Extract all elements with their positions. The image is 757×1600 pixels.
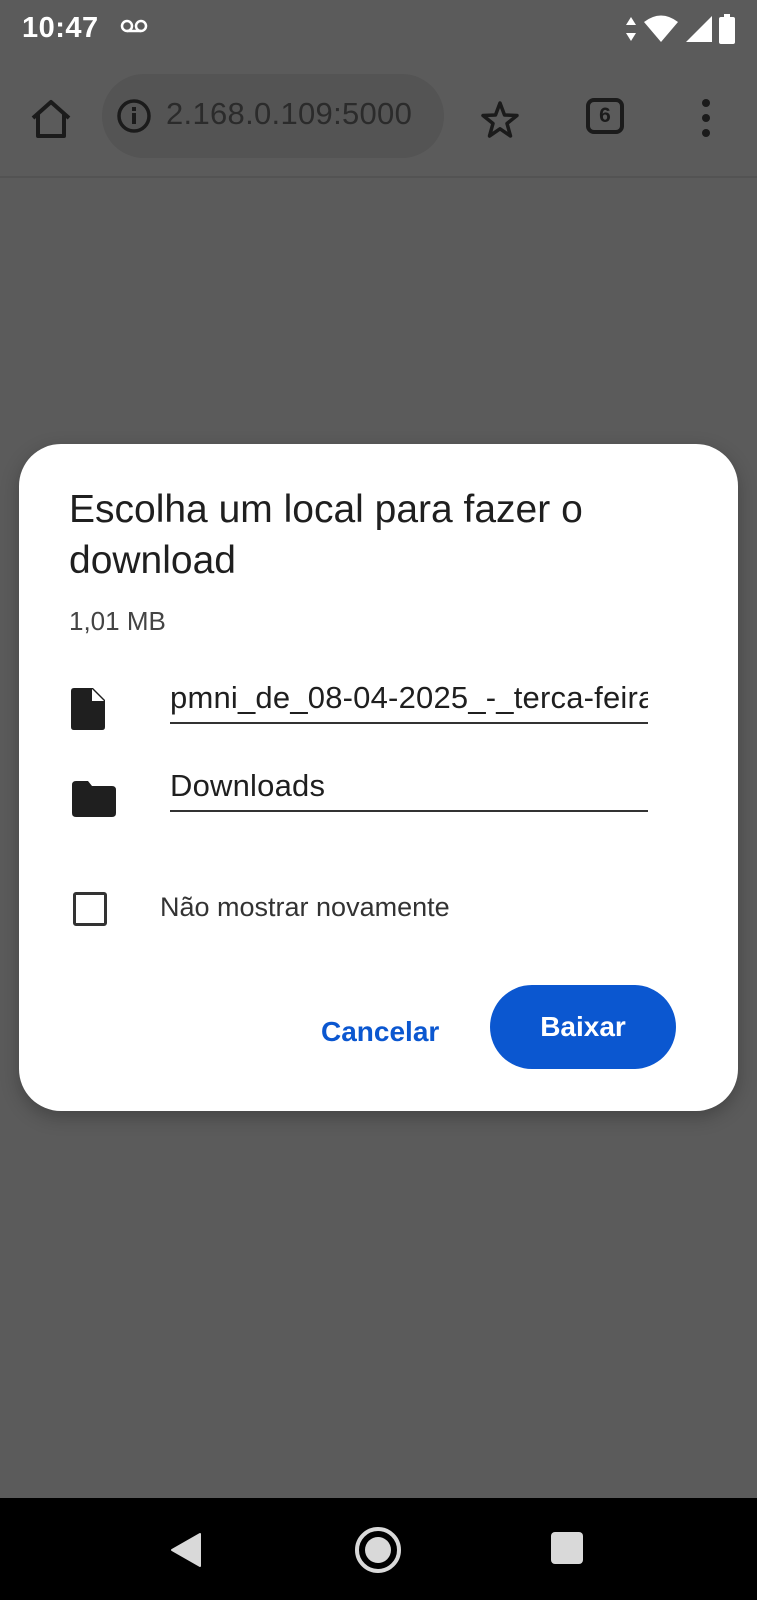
status-time: 10:47 [22,12,99,44]
file-icon [71,688,105,735]
home-icon[interactable] [28,96,74,142]
filename-text: pmni_de_08-04-2025_-_terca-feira [170,680,648,715]
file-size: 1,01 MB [69,606,166,636]
info-icon[interactable] [116,98,152,139]
dialog-title: Escolha um local para fazer o download [69,488,583,582]
location-field[interactable]: Downloads [170,762,648,812]
battery-icon [719,14,735,49]
more-vert-icon[interactable] [698,98,714,143]
filename-field[interactable]: pmni_de_08-04-2025_-_terca-feira [170,674,648,724]
recents-icon[interactable] [551,1532,583,1564]
dont-show-again-label[interactable]: Não mostrar novamente [160,892,450,923]
url-text: 2.168.0.109:5000 [166,96,413,131]
dont-show-again-checkbox[interactable] [73,892,107,926]
voicemail-icon [120,16,148,39]
signal-icon [685,15,713,48]
tab-switcher-button[interactable]: 6 [586,98,624,134]
status-bar: 10:47 [0,0,757,58]
back-icon[interactable] [170,1532,202,1573]
status-icons [625,14,735,49]
url-bar[interactable]: 2.168.0.109:5000 [102,74,444,158]
wifi-icon [643,15,679,48]
star-icon[interactable] [478,98,522,147]
system-nav-bar [0,1498,757,1600]
data-arrows-icon [625,15,637,48]
browser-toolbar: 2.168.0.109:5000 6 [0,58,757,178]
location-text: Downloads [170,768,326,803]
home-circle-icon[interactable] [354,1526,402,1579]
cancel-button[interactable]: Cancelar [309,1006,451,1058]
download-button[interactable]: Baixar [490,985,676,1069]
folder-icon [72,781,116,822]
download-dialog: Escolha um local para fazer o download 1… [19,444,738,1111]
